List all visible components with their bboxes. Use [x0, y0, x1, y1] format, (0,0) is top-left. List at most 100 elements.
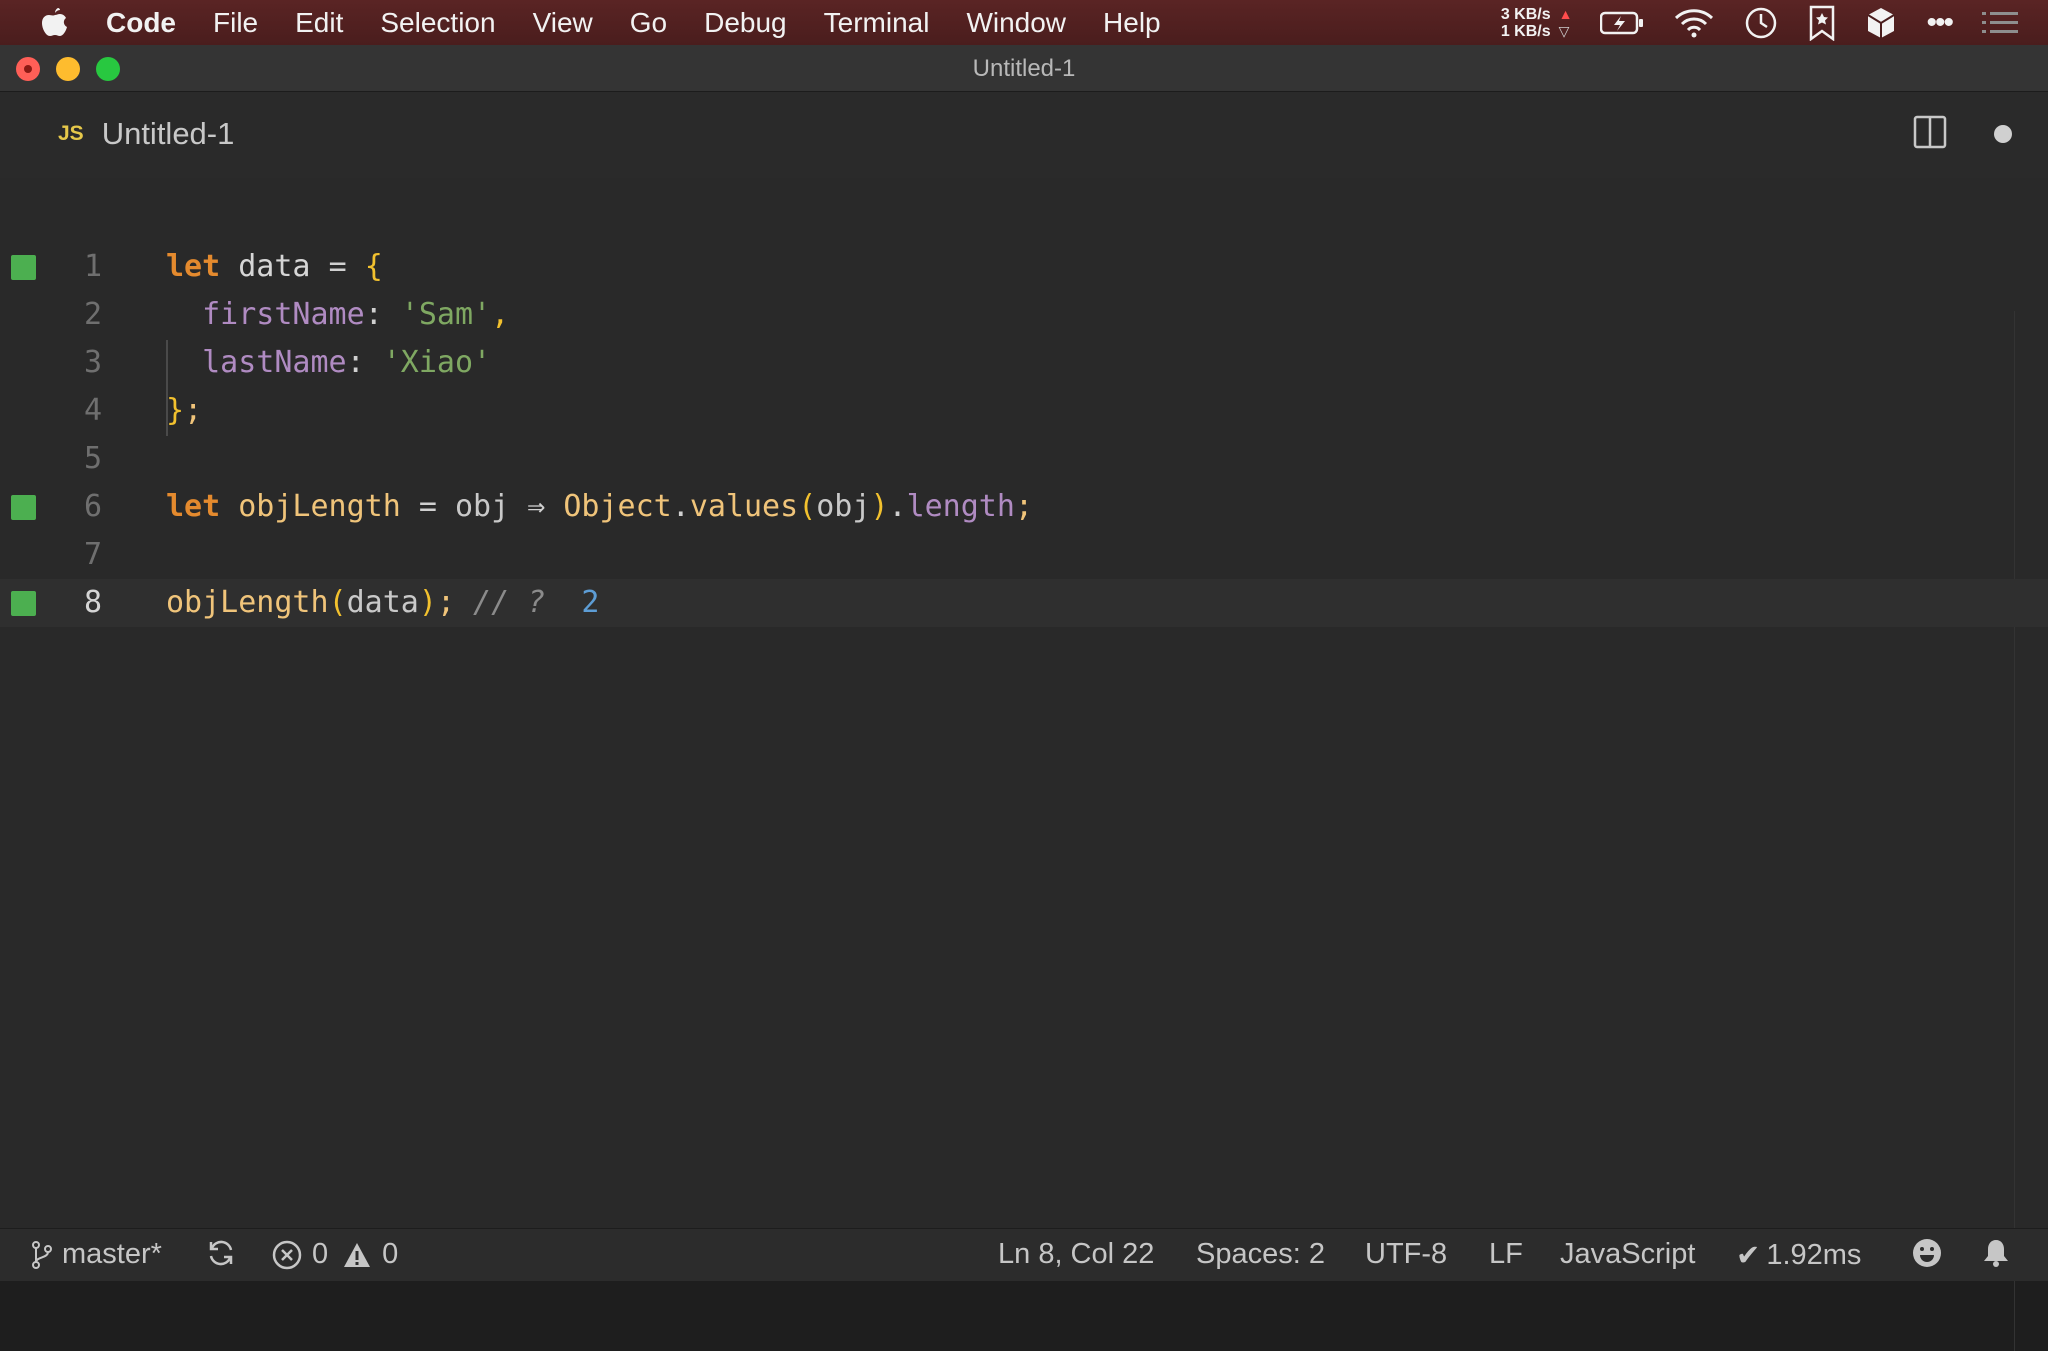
token-brace: {: [364, 249, 383, 284]
eol-status[interactable]: LF: [1489, 1238, 1523, 1271]
wifi-icon[interactable]: [1674, 8, 1714, 38]
code-line[interactable]: 7: [0, 531, 2048, 579]
token-function: objLength: [166, 585, 329, 620]
line-number: 8: [83, 585, 102, 620]
token-property: length: [906, 489, 1015, 524]
code-line[interactable]: 4 };: [0, 387, 2048, 435]
code-line[interactable]: 5: [0, 435, 2048, 483]
menu-edit[interactable]: Edit: [295, 7, 343, 39]
code-line-current[interactable]: 8 objLength(data); // ? 2: [0, 579, 2048, 627]
split-editor-icon[interactable]: [1913, 115, 1947, 154]
code-editor[interactable]: 1 let data = { 2 firstName: 'Sam', 3 las…: [0, 178, 2048, 1351]
language-mode[interactable]: JavaScript: [1560, 1238, 1695, 1271]
code-line[interactable]: 2 firstName: 'Sam',: [0, 291, 2048, 339]
bookmark-icon[interactable]: [1808, 5, 1836, 41]
menu-file[interactable]: File: [213, 7, 258, 39]
feedback-button[interactable]: [1912, 1238, 1942, 1268]
check-icon: ✔: [1736, 1240, 1761, 1272]
clock-icon[interactable]: [1744, 6, 1778, 40]
window-title: Untitled-1: [972, 55, 1076, 82]
token-parameter: obj: [455, 489, 528, 524]
token-variable: objLength: [220, 489, 419, 524]
token-semicolon: ;: [184, 393, 203, 428]
menu-debug[interactable]: Debug: [704, 7, 787, 39]
title-bar: Untitled-1: [0, 45, 2048, 92]
tab-untitled-1[interactable]: JS Untitled-1: [58, 116, 234, 152]
token-semicolon: ;: [1014, 489, 1033, 524]
menu-view[interactable]: View: [533, 7, 593, 39]
coverage-marker: [11, 591, 36, 616]
apple-icon[interactable]: [40, 6, 70, 40]
token-paren: ): [418, 585, 437, 620]
editor-window: Untitled-1 JS Untitled-1 1 let data = { …: [0, 45, 2048, 1351]
unsaved-changes-dot[interactable]: [1994, 125, 2012, 143]
token-brace: }: [166, 393, 185, 428]
sync-icon: [209, 1240, 233, 1266]
branch-name: master*: [62, 1238, 162, 1270]
line-number: 5: [83, 441, 102, 476]
menu-help[interactable]: Help: [1103, 7, 1161, 39]
menu-go[interactable]: Go: [630, 7, 667, 39]
error-icon: [272, 1240, 302, 1269]
coverage-marker: [11, 255, 36, 280]
sync-button[interactable]: [206, 1238, 236, 1268]
line-code: };: [166, 387, 202, 435]
token-property: lastName: [166, 345, 347, 380]
token-string: 'Sam': [400, 297, 492, 332]
token-arrow: ⇒: [527, 489, 564, 524]
token-string: 'Xiao': [382, 345, 492, 380]
notifications-button[interactable]: [1982, 1238, 2010, 1268]
line-code: let data = {: [166, 243, 383, 291]
token-function: values: [689, 489, 799, 524]
line-number: 4: [83, 393, 102, 428]
code-line[interactable]: 1 let data = {: [0, 243, 2048, 291]
battery-icon[interactable]: [1600, 11, 1644, 35]
cube-icon[interactable]: [1866, 6, 1896, 40]
menu-terminal[interactable]: Terminal: [824, 7, 930, 39]
line-number: 7: [83, 537, 102, 572]
menu-selection[interactable]: Selection: [380, 7, 495, 39]
tab-bar: JS Untitled-1: [0, 92, 2048, 178]
download-arrow-icon: ▽: [1558, 22, 1570, 39]
line-number: 1: [83, 249, 102, 284]
token-paren: (: [328, 585, 347, 620]
line-code: firstName: 'Sam',: [166, 291, 509, 339]
token-dot: .: [671, 489, 690, 524]
upload-arrow-icon: ▲: [1558, 5, 1573, 22]
tab-label: Untitled-1: [101, 116, 235, 151]
network-speed[interactable]: 3 KB/s 1 KB/s: [1501, 6, 1551, 40]
cursor-position[interactable]: Ln 8, Col 22: [998, 1238, 1154, 1271]
problems-status[interactable]: 0 0: [272, 1238, 398, 1271]
token-dot: .: [888, 489, 907, 524]
code-line[interactable]: 3 lastName: 'Xiao': [0, 339, 2048, 387]
error-count: 0: [312, 1238, 329, 1270]
more-icon[interactable]: •••: [1926, 6, 1953, 40]
token-comment: // ?: [455, 585, 546, 620]
code-line[interactable]: 6 let objLength = obj ⇒ Object.values(ob…: [0, 483, 2048, 531]
status-bar: master* 0 0 Ln 8, Col 22 Spaces: 2 UTF-8…: [0, 1228, 2048, 1281]
token-argument: data: [346, 585, 419, 620]
token-keyword: let: [166, 249, 221, 284]
git-branch-status[interactable]: master*: [30, 1238, 162, 1271]
menu-window[interactable]: Window: [966, 7, 1066, 39]
line-code: let objLength = obj ⇒ Object.values(obj)…: [166, 483, 1033, 531]
line-number: 6: [83, 489, 102, 524]
line-number: 3: [83, 345, 102, 380]
list-icon[interactable]: [1982, 10, 2018, 36]
token-keyword: let: [166, 489, 221, 524]
coverage-marker: [11, 495, 36, 520]
js-file-icon: JS: [58, 122, 84, 145]
line-code: objLength(data); // ? 2: [166, 579, 600, 627]
token-object: Object: [563, 489, 672, 524]
line-number: 2: [83, 297, 102, 332]
menu-code[interactable]: Code: [106, 7, 176, 39]
git-branch-icon: [32, 1240, 52, 1269]
token-paren: ): [870, 489, 889, 524]
indentation-status[interactable]: Spaces: 2: [1196, 1238, 1325, 1271]
token-semicolon: ;: [436, 585, 455, 620]
token-argument: obj: [816, 489, 871, 524]
token-operator: =: [328, 249, 365, 284]
net-download-speed: 1 KB/s: [1500, 22, 1551, 40]
quokka-timing[interactable]: ✔ 1.92ms: [1736, 1238, 1861, 1273]
encoding-status[interactable]: UTF-8: [1365, 1238, 1447, 1271]
